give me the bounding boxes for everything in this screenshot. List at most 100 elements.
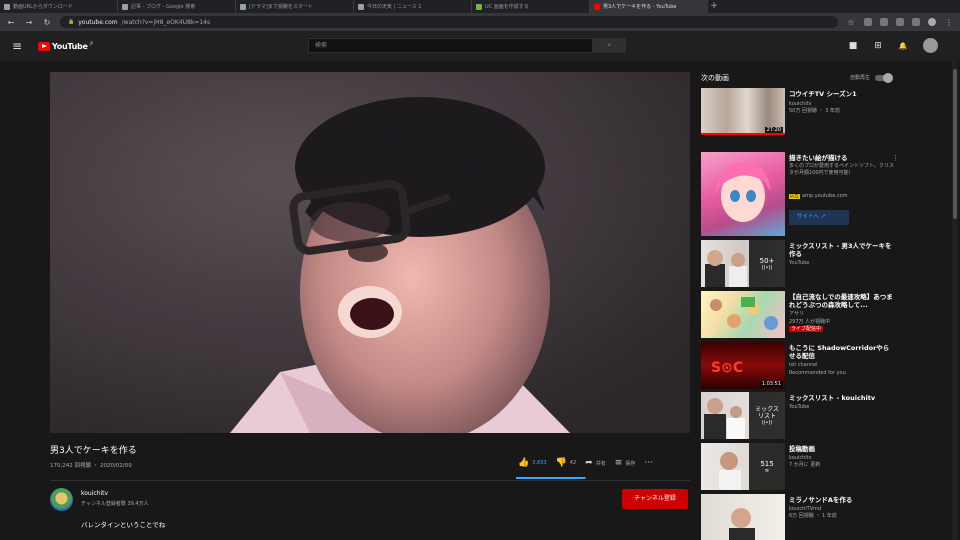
divider: [50, 480, 690, 481]
ad-visit-button[interactable]: サイトへ ↗: [789, 210, 849, 225]
thumbs-down-icon: 👎: [555, 458, 567, 468]
recommended-video[interactable]: 【自己流なしでの最速攻略】あつまれどうぶつの森攻略して... アサリ 297万 …: [701, 291, 901, 339]
forward-button[interactable]: →: [24, 18, 34, 27]
playlist-icon: ((•)): [761, 264, 773, 271]
extension-icon[interactable]: [912, 18, 920, 26]
video-thumbnail[interactable]: [701, 494, 785, 540]
external-link-icon: ↗: [820, 214, 826, 220]
watched-progress-bar: [701, 133, 785, 135]
playlist-overlay: 50+ ((•)): [749, 240, 785, 287]
extension-icon[interactable]: [864, 18, 872, 26]
playlist-overlay: ミックス リスト ((•)): [749, 392, 785, 439]
url-domain: youtube.com: [78, 18, 118, 26]
channel-name[interactable]: kouichitv: [81, 490, 108, 497]
tab-favicon: [476, 3, 482, 10]
view-count: 50万 回視聴 ・ 3 年前: [789, 108, 840, 114]
recommended-playlist[interactable]: ミックス リスト ((•)) ミックスリスト - kouichitv YouTub…: [701, 392, 901, 442]
recommended-playlist[interactable]: 50+ ((•)) ミックスリスト - 男3人でケーキを作る YouTube: [701, 240, 901, 290]
search-icon[interactable]: ⌕: [593, 38, 626, 53]
page-scrollbar[interactable]: [952, 61, 958, 540]
playlist-title: ミックスリスト - kouichitv: [789, 394, 876, 402]
browser-tab[interactable]: 動画URLからダウンロード: [0, 0, 118, 13]
header-actions: ■ ⊞ 🔔: [848, 38, 938, 53]
video-player[interactable]: [50, 72, 690, 433]
more-icon: ⋯: [644, 458, 654, 468]
reload-button[interactable]: ↻: [42, 18, 52, 27]
video-thumbnail[interactable]: S⊙C 1:03:51: [701, 342, 785, 389]
star-icon[interactable]: ☆: [846, 18, 856, 27]
channel-avatar[interactable]: [50, 488, 73, 511]
ad-badge: 広告: [789, 194, 800, 199]
more-icon[interactable]: ⋮: [892, 154, 899, 162]
tab-favicon: [358, 3, 364, 10]
video-title: もこうに ShadowCorridorやらせる配信: [789, 344, 890, 360]
video-view-count: 170,242 回視聴 ・ 2020/02/09: [50, 463, 132, 469]
subscribe-button[interactable]: チャンネル登録: [622, 489, 688, 509]
playlist-add-icon: ≡: [614, 458, 623, 468]
channel-name: kouichiTVmd: [789, 506, 822, 512]
save-button[interactable]: ≡ 保存: [615, 458, 636, 468]
video-title: 【自己流なしでの最速攻略】あつまれどうぶつの森攻略して...: [789, 293, 893, 309]
playlist-thumbnail[interactable]: 515 ≡: [701, 443, 785, 490]
profile-avatar[interactable]: [928, 18, 936, 26]
channel-name: YouTube: [789, 404, 810, 410]
ad-thumbnail[interactable]: [701, 152, 785, 236]
svg-text:S⊙C: S⊙C: [711, 360, 743, 376]
extension-icon[interactable]: [880, 18, 888, 26]
more-actions-button[interactable]: ⋯: [644, 458, 653, 468]
back-button[interactable]: ←: [6, 18, 16, 27]
ad-title: 描きたい絵が描ける: [789, 154, 848, 162]
search-bar: 検索 ⌕: [308, 38, 626, 53]
youtube-play-icon: [38, 41, 50, 51]
like-count: 3,833: [532, 460, 547, 466]
video-title: ミラノサンドAを作る: [789, 496, 853, 504]
subscriber-count: チャンネル登録者数 39.4万人: [81, 501, 149, 507]
playlist-thumbnail[interactable]: 50+ ((•)): [701, 240, 785, 287]
recommended-video[interactable]: 27:20 コウイチTV シーズン1 kouichitv 50万 回視聴 ・ 3…: [701, 88, 901, 138]
browser-tab[interactable]: UC 画面を作成する: [472, 0, 590, 13]
channel-name: アサリ: [789, 311, 805, 317]
recommended-playlist[interactable]: 515 ≡ 投稿動画 kouichitv 7 か月に 更新: [701, 443, 901, 493]
mix-label: ミックス リスト: [755, 405, 779, 420]
new-tab-button[interactable]: +: [708, 0, 720, 13]
video-thumbnail[interactable]: [701, 291, 785, 338]
browser-menu-icon[interactable]: ⋮: [944, 18, 954, 27]
up-next-heading: 次の動画: [701, 74, 729, 82]
video-actions: 👍 3,833 👎 42 ➦ 共有 ≡ 保存 ⋯: [518, 458, 653, 468]
playlist-count: 50+: [759, 256, 775, 265]
like-button[interactable]: 👍 3,833: [518, 458, 547, 468]
scrollbar-thumb[interactable]: [953, 69, 957, 219]
address-bar[interactable]: 🔒 youtube.com/watch?v=jH8_eOK4U8k=14s: [60, 16, 838, 28]
tab-favicon: [240, 3, 246, 10]
youtube-favicon: [594, 3, 600, 10]
browser-tab-strip: 動画URLからダウンロード 記事 - ブログ - Google 検索 [ドラマ]…: [0, 0, 960, 13]
account-avatar[interactable]: [923, 38, 938, 53]
autoplay-toggle[interactable]: [875, 72, 894, 83]
notifications-bell-icon[interactable]: 🔔: [898, 42, 908, 50]
recommended-video[interactable]: ミラノサンドAを作る kouichiTVmd 6万 回視聴 ・ 1 年前: [701, 494, 901, 540]
share-button[interactable]: ➦ 共有: [585, 458, 606, 468]
browser-tab[interactable]: 記事 - ブログ - Google 検索: [118, 0, 236, 13]
update-info: 7 か月に 更新: [789, 462, 821, 468]
ad-item[interactable]: 描きたい絵が描ける 多くのプロが愛用するペイントソフト。クリスタが月額100円で…: [701, 152, 901, 236]
extension-icon[interactable]: [896, 18, 904, 26]
playlist-overlay: 515 ≡: [749, 443, 785, 490]
playlist-count: 515: [760, 459, 774, 468]
dislike-button[interactable]: 👎 42: [556, 458, 577, 468]
menu-icon[interactable]: ≡: [12, 39, 28, 53]
browser-tab[interactable]: 今日の天気 | ニュース 1: [354, 0, 472, 13]
video-description: バレンタインということでね: [81, 521, 166, 529]
create-video-icon[interactable]: ■: [848, 41, 858, 51]
video-title: 男3人でケーキを作る: [50, 446, 137, 456]
tab-favicon: [4, 3, 10, 10]
browser-tab[interactable]: [ドラマ]まで視聴をスタート: [236, 0, 354, 13]
video-frame: [50, 72, 690, 433]
share-icon: ➦: [585, 458, 593, 468]
search-input[interactable]: 検索: [308, 38, 593, 53]
video-thumbnail[interactable]: 27:20: [701, 88, 785, 135]
youtube-logo[interactable]: YouTube JP: [38, 41, 93, 51]
recommended-video[interactable]: S⊙C 1:03:51 もこうに ShadowCorridorやらせる配信 is…: [701, 342, 901, 390]
browser-tab-active[interactable]: 男3人でケーキを作る - YouTube: [590, 0, 708, 13]
apps-icon[interactable]: ⊞: [873, 41, 883, 51]
playlist-thumbnail[interactable]: ミックス リスト ((•)): [701, 392, 785, 439]
